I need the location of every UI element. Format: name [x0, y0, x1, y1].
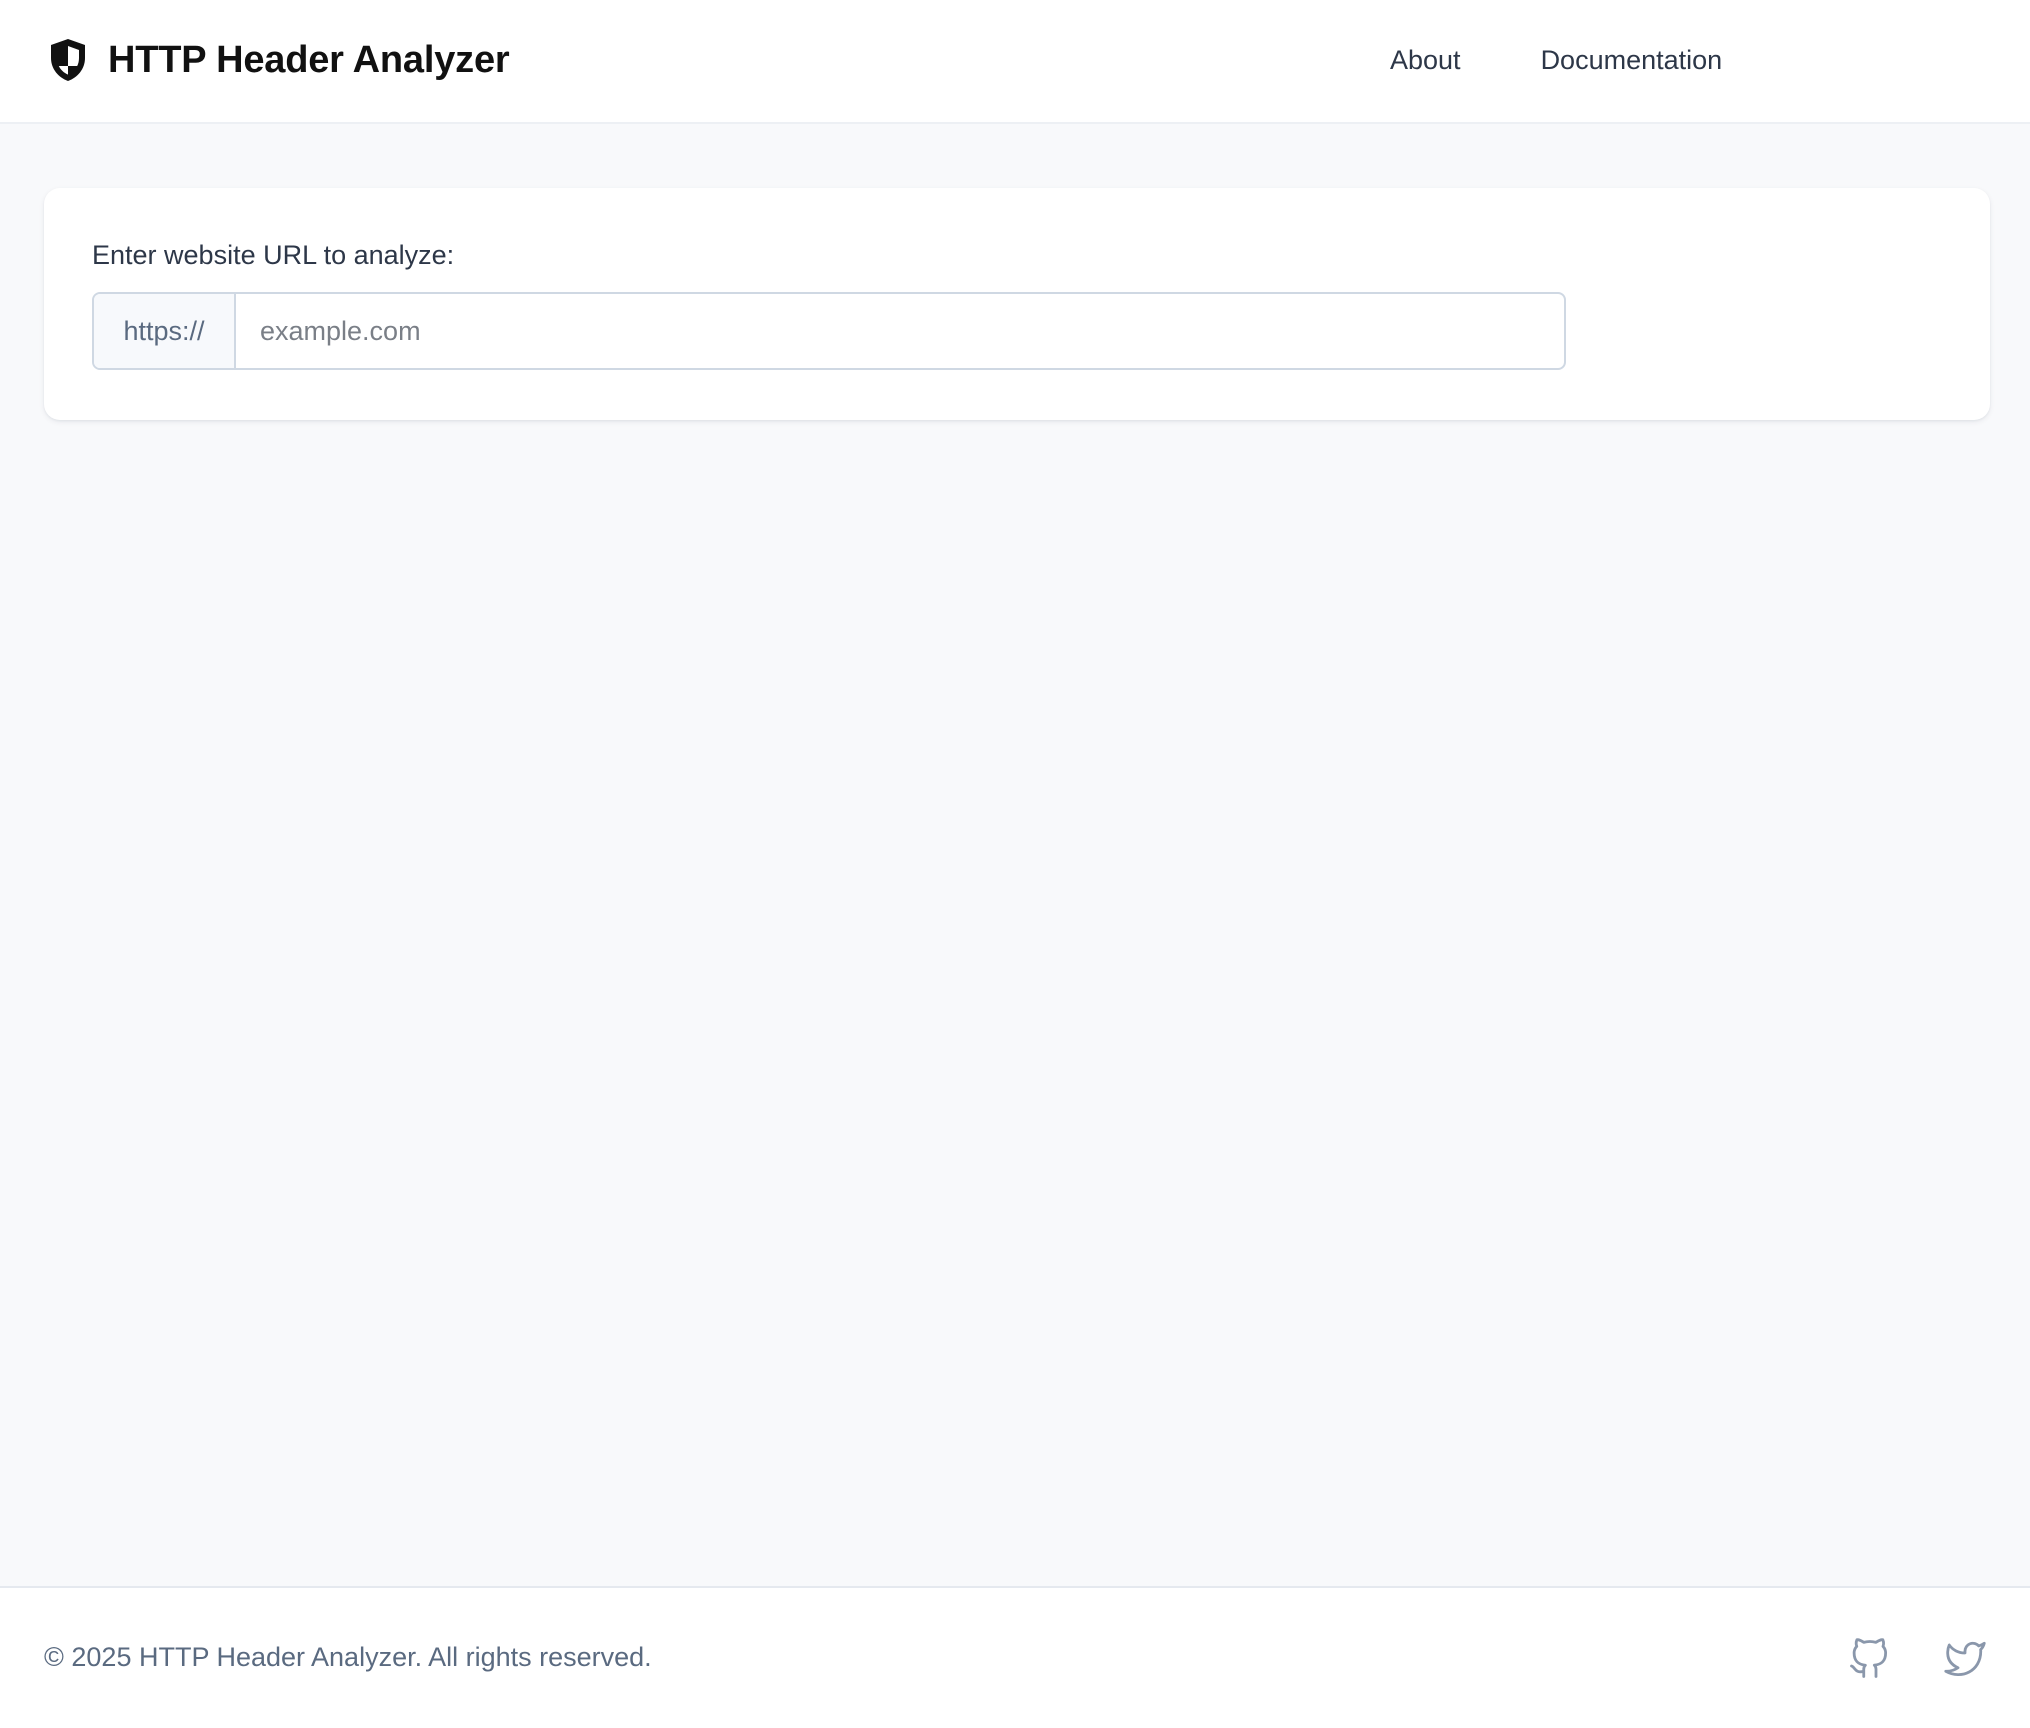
- nav-link-documentation[interactable]: Documentation: [1541, 45, 1723, 76]
- site-header: HTTP Header Analyzer About Documentation: [0, 0, 2030, 124]
- url-input-group: https://: [92, 292, 1566, 370]
- url-label: Enter website URL to analyze:: [92, 240, 455, 270]
- brand[interactable]: HTTP Header Analyzer: [46, 34, 510, 86]
- twitter-icon[interactable]: [1942, 1636, 1988, 1682]
- main-nav: About Documentation: [1390, 40, 1722, 80]
- shield-icon: [46, 36, 90, 84]
- github-icon[interactable]: [1846, 1636, 1892, 1682]
- url-input[interactable]: [236, 294, 1564, 368]
- nav-link-about[interactable]: About: [1390, 45, 1461, 76]
- site-footer: © 2025 HTTP Header Analyzer. All rights …: [0, 1586, 2030, 1728]
- copyright-text: © 2025 HTTP Header Analyzer. All rights …: [44, 1642, 652, 1672]
- url-card: Enter website URL to analyze: https://: [44, 188, 1990, 420]
- url-prefix: https://: [94, 294, 236, 368]
- app-title: HTTP Header Analyzer: [108, 38, 510, 81]
